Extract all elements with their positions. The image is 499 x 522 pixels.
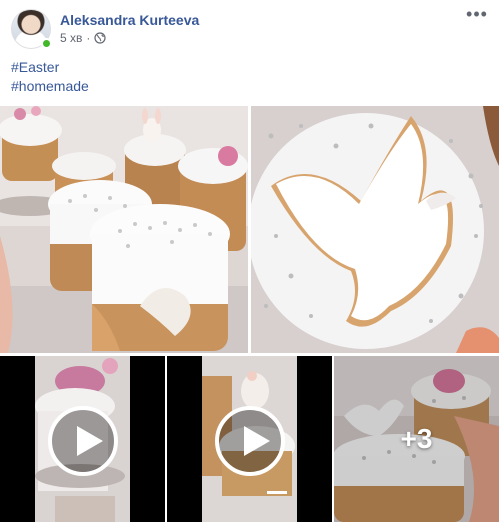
online-status-indicator: [41, 38, 52, 49]
author-name[interactable]: Aleksandra Kurteeva: [60, 12, 199, 28]
post-text: #Easter #homemade: [11, 58, 89, 96]
post-header: Aleksandra Kurteeva 5 хв · •••: [0, 0, 499, 56]
hashtag-easter[interactable]: #Easter: [11, 58, 89, 77]
easter-cakes-group-photo[interactable]: [0, 106, 248, 353]
play-icon[interactable]: [214, 406, 285, 476]
post-meta: 5 хв ·: [60, 31, 106, 45]
more-photos-tile[interactable]: +3: [334, 356, 499, 522]
post-timestamp[interactable]: 5 хв: [60, 31, 82, 45]
meta-separator: ·: [86, 31, 91, 45]
easter-video-1[interactable]: [0, 356, 165, 522]
play-icon[interactable]: [47, 406, 118, 476]
globe-icon[interactable]: [94, 32, 106, 44]
hashtag-homemade[interactable]: #homemade: [11, 77, 89, 96]
easter-video-2[interactable]: [167, 356, 332, 522]
more-options-icon[interactable]: •••: [465, 5, 489, 26]
dove-cake-closeup-photo[interactable]: [251, 106, 499, 353]
more-photos-count[interactable]: +3: [334, 356, 499, 522]
facebook-post: Aleksandra Kurteeva 5 хв · ••• #Easter #…: [0, 0, 499, 522]
